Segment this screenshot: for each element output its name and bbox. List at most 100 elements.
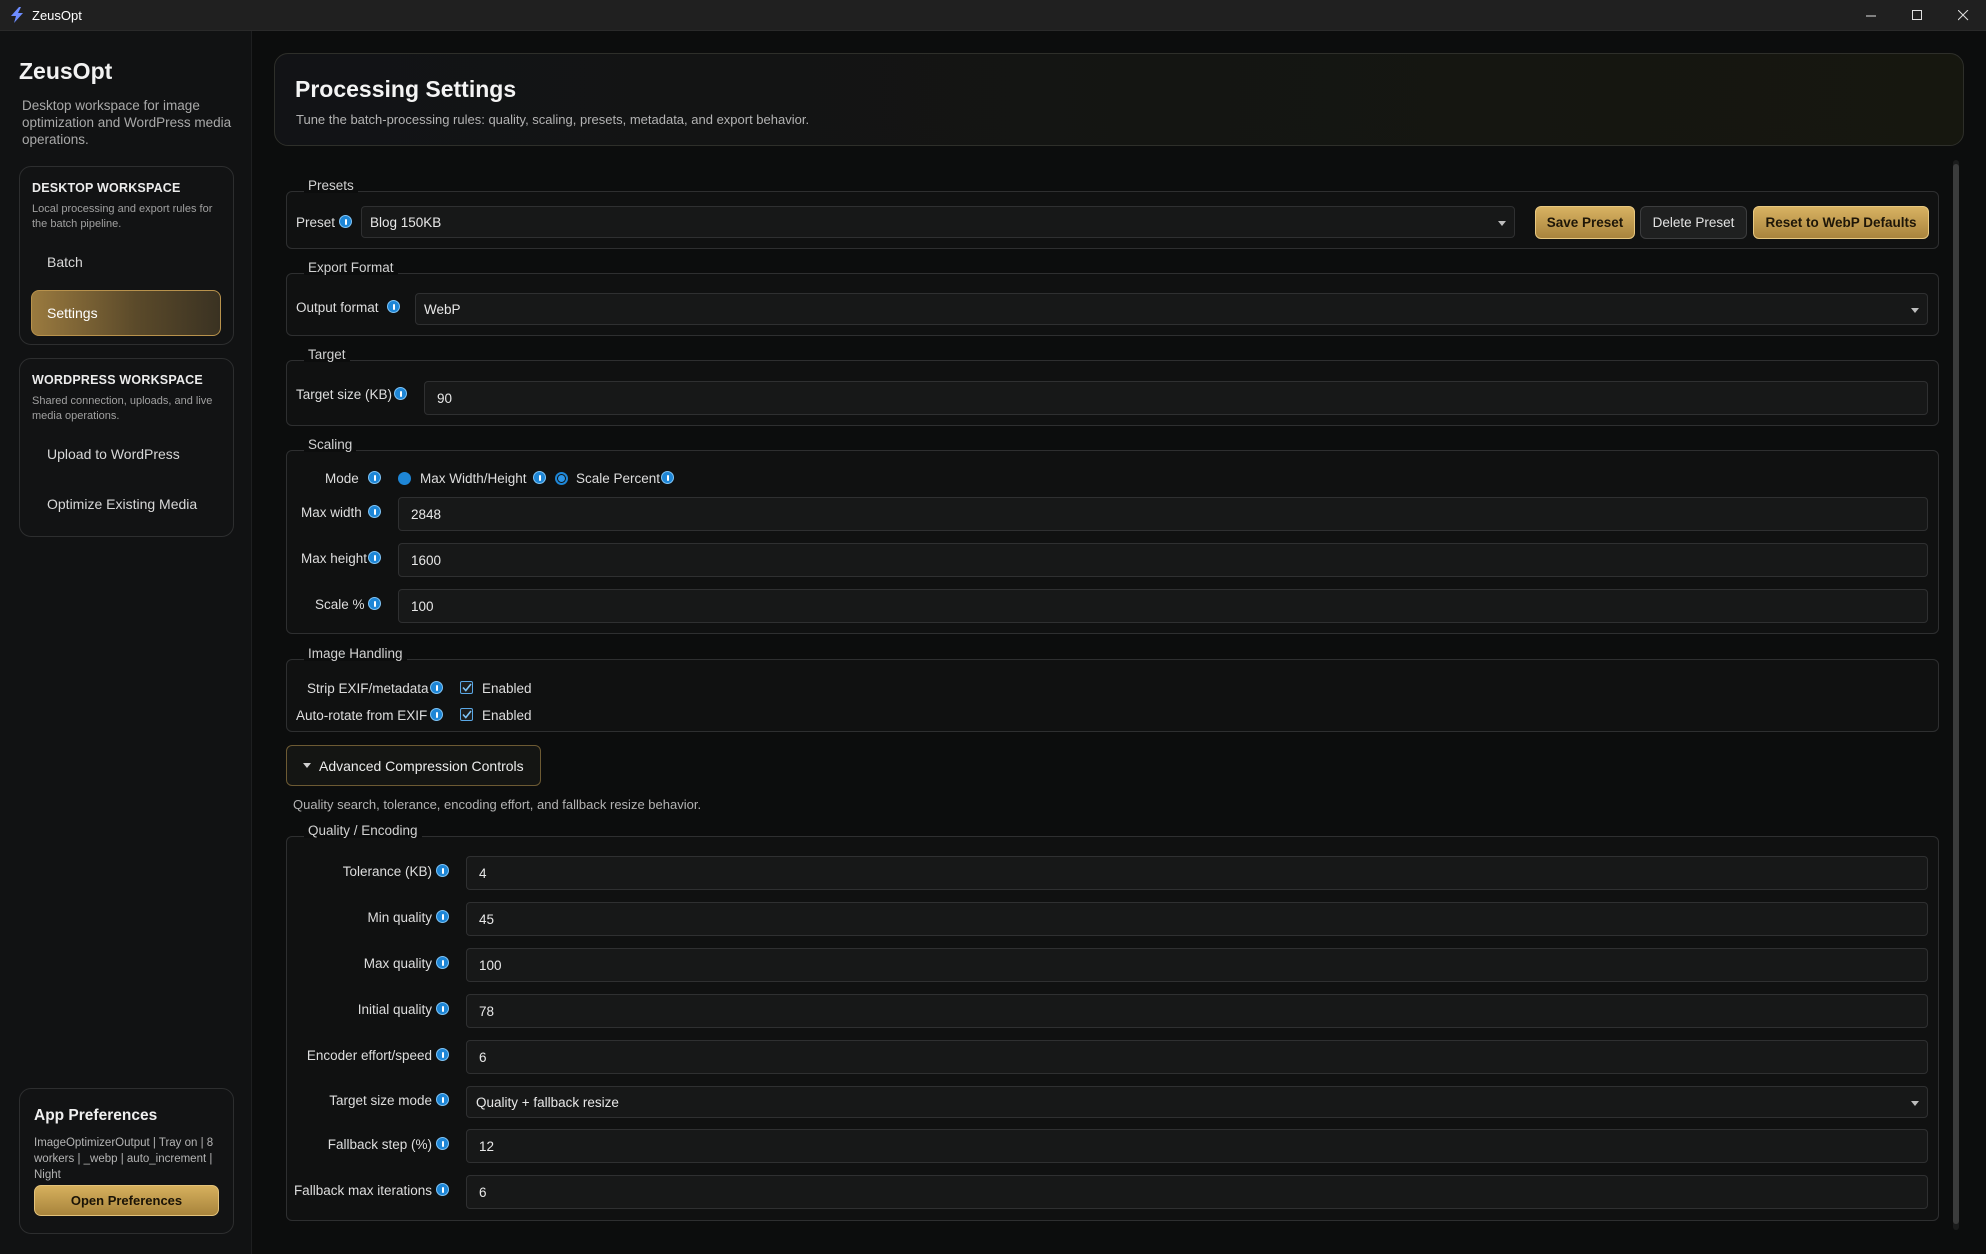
desktop-workspace-card: DESKTOP WORKSPACE Local processing and e… (19, 166, 234, 345)
sidebar-item-label: Optimize Existing Media (47, 496, 198, 512)
target-size-mode-value: Quality + fallback resize (476, 1094, 619, 1110)
min-quality-input[interactable]: 45 (466, 902, 1928, 936)
export-format-group-label: Export Format (304, 260, 398, 275)
info-icon[interactable] (436, 1002, 449, 1015)
mode-label: Mode (325, 471, 359, 486)
info-icon[interactable] (661, 471, 674, 484)
auto-rotate-label: Auto-rotate from EXIF (296, 708, 428, 723)
max-height-label: Max height (301, 551, 368, 566)
scrollbar-thumb[interactable] (1953, 164, 1959, 1224)
page-header: Processing Settings Tune the batch-proce… (274, 53, 1964, 146)
advanced-compression-toggle[interactable]: Advanced Compression Controls (286, 745, 541, 786)
info-icon[interactable] (436, 864, 449, 877)
image-handling-group-label: Image Handling (304, 646, 407, 661)
info-icon[interactable] (436, 910, 449, 923)
info-icon[interactable] (368, 505, 381, 518)
output-format-select[interactable]: WebP (415, 293, 1928, 325)
fallback-max-iterations-value: 6 (479, 1184, 487, 1200)
target-size-input[interactable]: 90 (424, 381, 1928, 415)
radio-scale-percent[interactable] (555, 472, 568, 485)
maximize-icon (1911, 10, 1922, 20)
info-icon[interactable] (387, 300, 400, 313)
max-width-value: 2848 (411, 506, 442, 522)
preset-select[interactable]: Blog 150KB (361, 206, 1515, 238)
desktop-workspace-subtitle: Local processing and export rules for th… (32, 203, 213, 230)
target-size-label: Target size (KB) (296, 387, 393, 402)
sidebar-item-batch[interactable]: Batch (32, 240, 221, 284)
strip-exif-checkbox[interactable] (460, 681, 473, 694)
max-quality-value: 100 (479, 957, 502, 973)
info-icon[interactable] (394, 387, 407, 400)
maximize-button[interactable] (1894, 0, 1940, 31)
info-icon[interactable] (436, 1093, 449, 1106)
tolerance-input[interactable]: 4 (466, 856, 1928, 890)
info-icon[interactable] (436, 1048, 449, 1061)
encoder-effort-label: Encoder effort/speed (306, 1048, 432, 1063)
info-icon[interactable] (430, 681, 443, 694)
sidebar-item-label: Batch (47, 254, 83, 270)
fallback-step-input[interactable]: 12 (466, 1129, 1928, 1163)
close-icon (1957, 10, 1968, 21)
window-controls (1848, 0, 1986, 31)
sidebar: ZeusOpt Desktop workspace for image opti… (0, 31, 252, 1254)
scale-percent-option-label: Scale Percent (576, 471, 661, 486)
caret-down-icon (303, 763, 311, 768)
encoder-effort-input[interactable]: 6 (466, 1040, 1928, 1074)
radio-max-width-height[interactable] (398, 472, 411, 485)
max-width-height-option-label: Max Width/Height (420, 471, 527, 486)
max-quality-input[interactable]: 100 (466, 948, 1928, 982)
target-group-label: Target (304, 347, 350, 362)
close-button[interactable] (1940, 0, 1986, 31)
info-icon[interactable] (368, 471, 381, 484)
output-format-label: Output format (296, 300, 379, 315)
max-quality-label: Max quality (363, 956, 432, 971)
target-size-mode-select[interactable]: Quality + fallback resize (466, 1086, 1928, 1118)
info-icon[interactable] (436, 956, 449, 969)
auto-rotate-value: Enabled (482, 708, 532, 723)
page-title: Processing Settings (295, 76, 517, 102)
info-icon[interactable] (430, 708, 443, 721)
advanced-compression-label: Advanced Compression Controls (319, 757, 524, 774)
strip-exif-value: Enabled (482, 681, 532, 696)
wordpress-workspace-card: WORDPRESS WORKSPACE Shared connection, u… (19, 358, 234, 537)
brand-subtitle: Desktop workspace for image optimization… (22, 98, 232, 147)
info-icon[interactable] (436, 1183, 449, 1196)
info-icon[interactable] (533, 471, 546, 484)
initial-quality-input[interactable]: 78 (466, 994, 1928, 1028)
reset-webp-defaults-button[interactable]: Reset to WebP Defaults (1753, 206, 1929, 239)
tolerance-value: 4 (479, 865, 487, 881)
auto-rotate-checkbox[interactable] (460, 708, 473, 721)
quality-encoding-group: Quality / Encoding Tolerance (KB) 4 Min … (286, 823, 1939, 1221)
lightning-bolt-icon (9, 7, 25, 23)
minimize-button[interactable] (1848, 0, 1894, 31)
output-format-value: WebP (424, 301, 461, 317)
scale-percent-input[interactable]: 100 (398, 589, 1928, 623)
fallback-max-iterations-input[interactable]: 6 (466, 1175, 1928, 1209)
sidebar-item-optimize-existing-media[interactable]: Optimize Existing Media (32, 482, 221, 526)
page-subtitle: Tune the batch-processing rules: quality… (296, 112, 810, 127)
fallback-max-iterations-label: Fallback max iterations (293, 1183, 432, 1198)
sidebar-item-label: Settings (47, 305, 98, 321)
presets-group: Presets Preset Blog 150KB Save Preset De… (286, 178, 1939, 249)
sidebar-item-settings[interactable]: Settings (31, 290, 221, 336)
max-height-input[interactable]: 1600 (398, 543, 1928, 577)
checkmark-icon (461, 683, 472, 692)
scrollbar[interactable] (1953, 160, 1959, 1230)
sidebar-item-upload-to-wordpress[interactable]: Upload to WordPress (32, 432, 221, 476)
chevron-down-icon (1911, 1101, 1919, 1106)
encoder-effort-value: 6 (479, 1049, 487, 1065)
info-icon[interactable] (368, 597, 381, 610)
info-icon[interactable] (368, 551, 381, 564)
max-width-input[interactable]: 2848 (398, 497, 1928, 531)
quality-encoding-group-label: Quality / Encoding (304, 823, 422, 838)
info-icon[interactable] (436, 1137, 449, 1150)
title-bar: ZeusOpt (0, 0, 1986, 31)
tolerance-label: Tolerance (KB) (342, 864, 432, 879)
export-format-group: Export Format Output format WebP (286, 260, 1939, 336)
target-group: Target Target size (KB) 90 (286, 347, 1939, 426)
delete-preset-button[interactable]: Delete Preset (1640, 206, 1747, 239)
preset-label: Preset (296, 215, 336, 230)
save-preset-button[interactable]: Save Preset (1535, 206, 1635, 239)
open-preferences-button[interactable]: Open Preferences (34, 1185, 219, 1216)
info-icon[interactable] (339, 215, 352, 228)
